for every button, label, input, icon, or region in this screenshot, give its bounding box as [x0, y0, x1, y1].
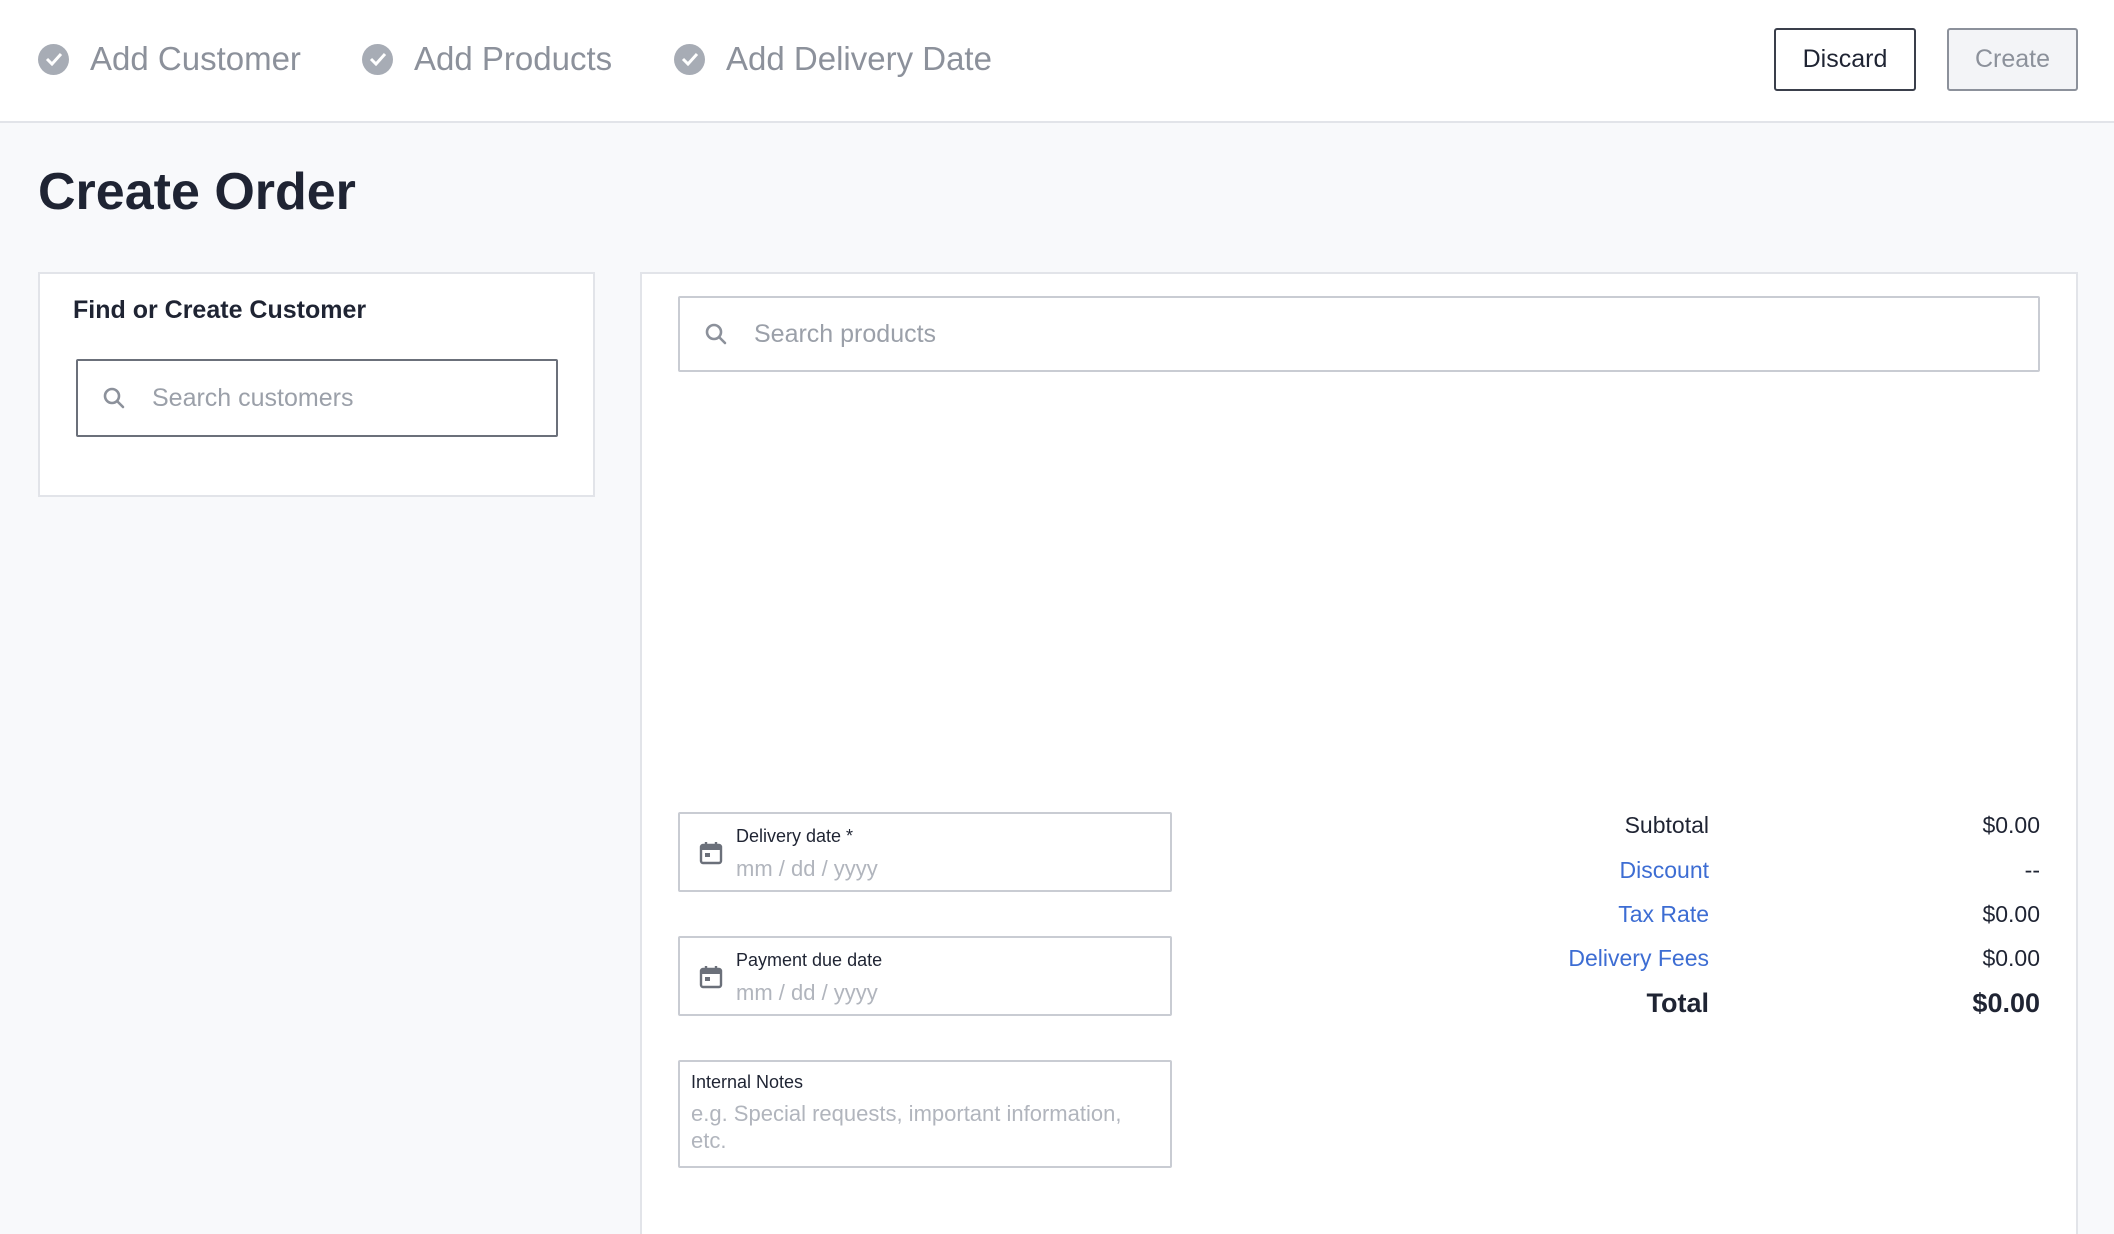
delivery-date-field[interactable]: Delivery date * mm / dd / yyyy [678, 812, 1172, 892]
total-value: $0.00 [1972, 988, 2040, 1018]
step-label: Add Products [414, 40, 613, 77]
customer-search [76, 359, 558, 437]
discount-link[interactable]: Discount [1620, 857, 1709, 884]
discount-row: Discount -- [1282, 857, 2040, 897]
subtotal-row: Subtotal $0.00 [1282, 812, 2040, 852]
total-row: Total $0.00 [1282, 988, 2041, 1028]
delivery-fees-row: Delivery Fees $0.00 [1282, 945, 2040, 985]
subtotal-label: Subtotal [1624, 812, 1709, 838]
products-card: Delivery date * mm / dd / yyyy Payment d… [640, 272, 2078, 1234]
product-search [678, 296, 2040, 372]
page-title: Create Order [38, 163, 356, 221]
search-icon [705, 323, 727, 345]
step-add-customer: Add Customer [38, 37, 301, 81]
subtotal-value: $0.00 [1982, 812, 2040, 838]
delivery-date-label: Delivery date * [736, 826, 854, 846]
step-add-delivery-date: Add Delivery Date [674, 37, 992, 81]
check-circle-icon [362, 43, 393, 75]
internal-notes-label: Internal Notes [691, 1072, 804, 1092]
customer-card-heading: Find or Create Customer [73, 296, 367, 324]
delivery-date-placeholder: mm / dd / yyyy [736, 856, 878, 881]
payment-due-date-label: Payment due date [736, 950, 883, 970]
customer-search-input[interactable] [150, 382, 556, 414]
check-circle-icon [674, 43, 705, 75]
calendar-icon [699, 966, 723, 989]
internal-notes-placeholder: e.g. Special requests, important informa… [691, 1101, 1122, 1153]
product-search-input[interactable] [752, 318, 2038, 350]
customer-card: Find or Create Customer [38, 272, 595, 497]
payment-due-date-placeholder: mm / dd / yyyy [736, 980, 878, 1005]
delivery-fees-link[interactable]: Delivery Fees [1568, 945, 1709, 972]
order-steps-header: Add Customer Add Products Add Delivery D… [0, 0, 2114, 123]
step-label: Add Delivery Date [726, 40, 992, 77]
step-label: Add Customer [90, 40, 301, 77]
step-add-products: Add Products [362, 37, 612, 81]
delivery-fees-value: $0.00 [1982, 945, 2040, 971]
create-button[interactable]: Create [1947, 28, 2078, 91]
check-circle-icon [38, 43, 69, 75]
tax-rate-link[interactable]: Tax Rate [1618, 901, 1709, 928]
tax-rate-value: $0.00 [1982, 901, 2040, 927]
discount-value: -- [2024, 857, 2040, 883]
discard-button[interactable]: Discard [1774, 28, 1916, 91]
search-icon [103, 387, 125, 409]
total-label: Total [1646, 988, 1710, 1018]
payment-due-date-field[interactable]: Payment due date mm / dd / yyyy [678, 936, 1172, 1016]
calendar-icon [699, 842, 723, 865]
internal-notes-field[interactable]: Internal Notes e.g. Special requests, im… [678, 1060, 1172, 1168]
tax-rate-row: Tax Rate $0.00 [1282, 901, 2040, 941]
